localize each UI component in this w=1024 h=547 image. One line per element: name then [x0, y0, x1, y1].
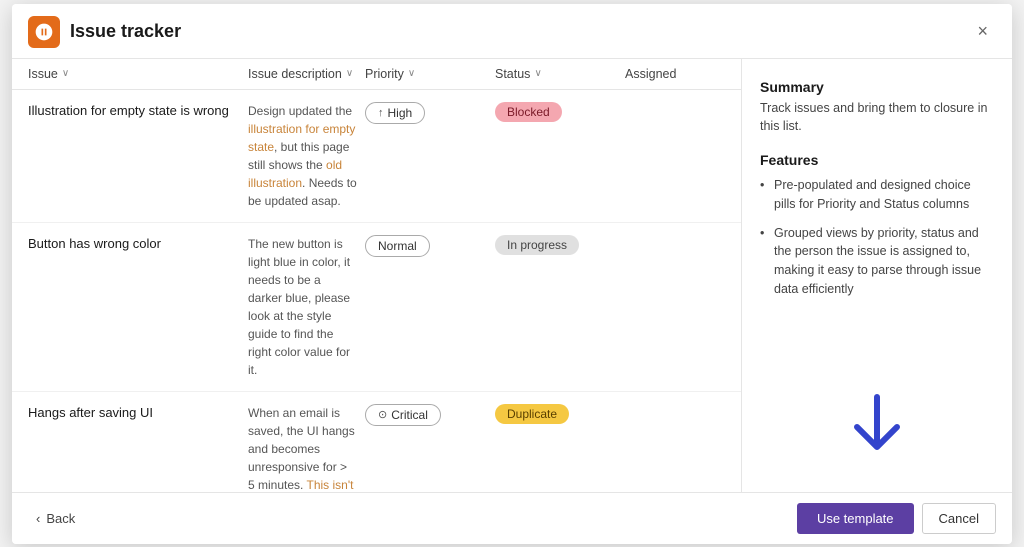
- status-cell: In progress: [495, 235, 625, 255]
- summary-title: Summary: [760, 79, 994, 95]
- issue-name: Illustration for empty state is wrong: [28, 102, 248, 120]
- link-text: illustration for empty state: [248, 122, 355, 154]
- issue-name: Button has wrong color: [28, 235, 248, 253]
- table-row: Button has wrong color The new button is…: [12, 223, 741, 392]
- priority-pill: ↑ High: [365, 102, 425, 124]
- status-cell: Blocked: [495, 102, 625, 122]
- close-button[interactable]: ×: [969, 17, 996, 46]
- table-row: Illustration for empty state is wrong De…: [12, 90, 741, 223]
- footer-actions: Use template Cancel: [797, 503, 996, 534]
- status-pill: Blocked: [495, 102, 562, 122]
- modal-container: Issue tracker × Issue ∨ Issue descriptio…: [12, 4, 1012, 544]
- link-text: old illustration: [248, 158, 342, 190]
- priority-cell: ↑ High: [365, 102, 495, 124]
- app-icon: [28, 16, 60, 48]
- summary-text: Track issues and bring them to closure i…: [760, 99, 994, 137]
- sort-arrow-icon: ∨: [534, 68, 541, 79]
- down-arrow-container: [760, 309, 994, 472]
- sort-arrow-icon: ∨: [408, 68, 415, 79]
- back-button[interactable]: ‹ Back: [28, 507, 83, 530]
- issue-description: The new button is light blue in color, i…: [248, 235, 365, 379]
- up-arrow-icon: ↑: [378, 107, 384, 119]
- table-row: Hangs after saving UI When an email is s…: [12, 392, 741, 492]
- down-arrow-icon: [849, 393, 905, 462]
- feature-item: Pre-populated and designed choice pills …: [760, 176, 994, 214]
- modal-footer: ‹ Back Use template Cancel: [12, 492, 1012, 544]
- priority-pill: Normal: [365, 235, 430, 257]
- modal-header: Issue tracker ×: [12, 4, 1012, 59]
- sort-arrow-icon: ∨: [62, 68, 69, 79]
- table-header: Issue ∨ Issue description ∨ Priority ∨ S…: [12, 59, 741, 90]
- status-pill: Duplicate: [495, 404, 569, 424]
- right-pane: Summary Track issues and bring them to c…: [742, 59, 1012, 492]
- sort-arrow-icon: ∨: [346, 68, 353, 79]
- circle-icon: ⊙: [378, 408, 387, 421]
- status-cell: Duplicate: [495, 404, 625, 424]
- col-priority[interactable]: Priority ∨: [365, 67, 495, 81]
- modal-title: Issue tracker: [70, 21, 969, 42]
- col-issue[interactable]: Issue ∨: [28, 67, 248, 81]
- features-title: Features: [760, 152, 994, 168]
- table-scroll[interactable]: Illustration for empty state is wrong De…: [12, 90, 741, 492]
- modal-body: Issue ∨ Issue description ∨ Priority ∨ S…: [12, 59, 1012, 492]
- issue-description: When an email is saved, the UI hangs and…: [248, 404, 365, 492]
- issue-description: Design updated the illustration for empt…: [248, 102, 365, 210]
- col-status[interactable]: Status ∨: [495, 67, 625, 81]
- priority-pill: ⊙ Critical: [365, 404, 441, 426]
- back-arrow-icon: ‹: [36, 511, 40, 526]
- priority-cell: ⊙ Critical: [365, 404, 495, 426]
- priority-cell: Normal: [365, 235, 495, 257]
- col-description[interactable]: Issue description ∨: [248, 67, 365, 81]
- issue-name: Hangs after saving UI: [28, 404, 248, 422]
- left-pane: Issue ∨ Issue description ∨ Priority ∨ S…: [12, 59, 742, 492]
- use-template-button[interactable]: Use template: [797, 503, 914, 534]
- col-assigned: Assigned: [625, 67, 725, 81]
- status-pill: In progress: [495, 235, 579, 255]
- cancel-button[interactable]: Cancel: [922, 503, 996, 534]
- link-text: This isn't a good experience for our use…: [248, 478, 355, 492]
- feature-item: Grouped views by priority, status and th…: [760, 224, 994, 299]
- features-list: Pre-populated and designed choice pills …: [760, 176, 994, 309]
